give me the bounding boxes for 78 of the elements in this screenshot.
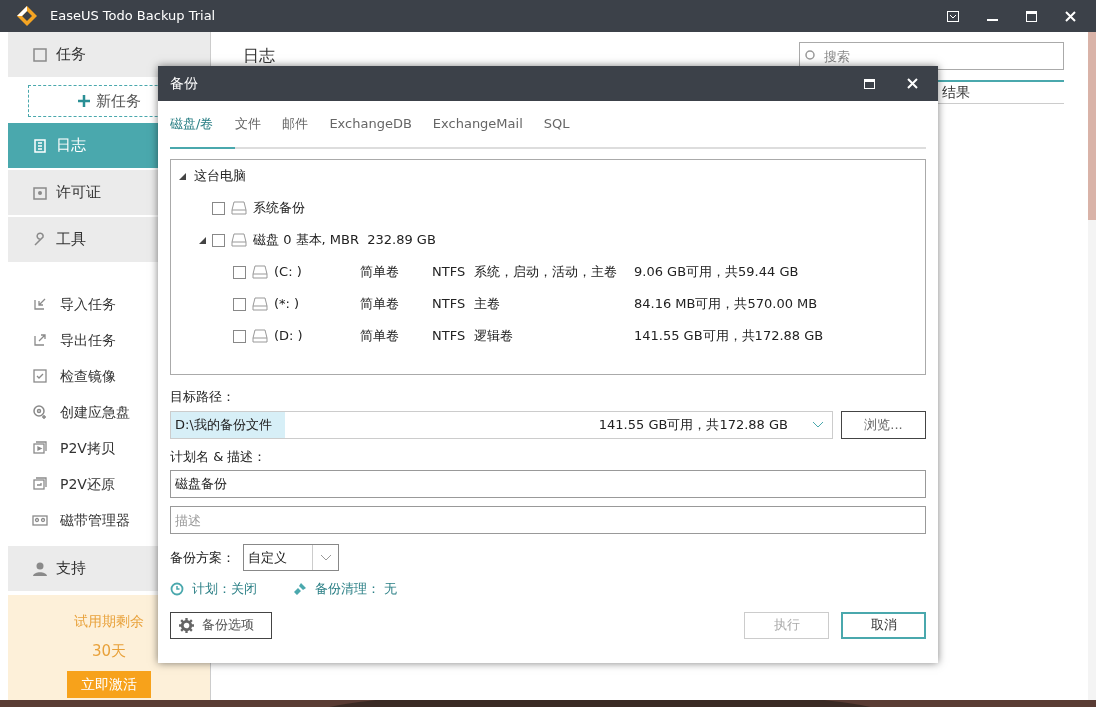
tab[interactable]: 文件 [235,101,283,149]
tab[interactable]: SQL [543,101,591,149]
file-system: NTFS [432,263,467,282]
checkbox[interactable] [233,329,246,343]
drive-icon [252,265,268,279]
plan-name-field[interactable]: 磁盘备份 [170,470,926,498]
search-icon [805,50,817,62]
drive-icon [231,201,247,215]
cancel-button[interactable]: 取消 [841,611,926,639]
partition-space: 9.06 GB可用，共59.44 GB [634,263,799,282]
chevron-down-icon [319,554,332,561]
partition-flags: 逻辑卷 [474,327,514,346]
partition-flags: 主卷 [474,295,501,314]
partition-label[interactable]: (C: ) [274,262,360,282]
target-path-field[interactable]: D:\我的备份文件 141.55 GB可用，共172.88 GB [170,410,833,439]
clock-icon [170,581,184,596]
tab[interactable]: 磁盘/卷 [170,101,236,149]
column-header[interactable]: 结果 [938,82,1064,103]
path-value: D:\我的备份文件 [171,411,285,438]
page-title: 日志 [243,45,275,67]
checkbox-icon [32,46,48,63]
sidebar-item[interactable]: 任务 [8,32,210,77]
tool-item[interactable]: 导入任务 [8,286,210,322]
plus-icon [75,93,92,109]
checkbox-icon [32,368,48,384]
close-icon[interactable] [907,78,918,89]
badge-icon [32,184,48,201]
window-title: EaseUS Todo Backup Trial [50,7,216,26]
partition-flags: 系统，启动，活动，主卷 [474,263,618,282]
partition-type: 简单卷 [360,327,400,346]
maximize-icon[interactable] [1026,10,1037,22]
import-icon [32,296,48,312]
drive-icon [252,329,268,343]
tape-icon [32,512,48,528]
tab[interactable]: ExchangeMail [432,101,544,149]
chevron-down-icon [812,421,824,428]
checkbox[interactable] [233,297,246,311]
tab[interactable]: ExchangeDB [329,101,433,149]
maximize-icon[interactable] [864,78,875,89]
file-system: NTFS [432,295,467,314]
scheme-dropdown[interactable]: 自定义 [243,544,339,571]
browse-button[interactable]: 浏览... [841,410,926,439]
trial-text: 试用期剩余 [74,612,144,631]
target-path-label: 目标路径： [170,388,236,406]
gear-icon [179,617,194,633]
drive-icon [231,233,247,247]
partition-type: 简单卷 [360,295,400,314]
plan-label: 计划名 & 描述： [170,447,268,466]
copy-icon [32,440,48,456]
partition-label[interactable]: (D: ) [274,326,360,346]
checkbox[interactable] [212,201,225,215]
tab[interactable]: 邮件 [282,101,330,149]
logo-icon [16,5,38,27]
partition-label[interactable]: (*: ) [274,294,360,314]
backup-options-button[interactable]: 备份选项 [170,611,272,639]
menu-icon[interactable] [947,10,959,22]
tree-node-label[interactable]: 系统备份 [253,198,305,218]
drive-icon [252,297,268,311]
description-field[interactable]: 描述 [170,506,926,534]
file-system: NTFS [432,327,467,346]
expand-triangle-icon[interactable] [199,236,206,244]
partition-space: 84.16 MB可用，共570.00 MB [634,295,818,314]
space-info: 141.55 GB可用，共172.88 GB [598,415,788,434]
tree-node-label[interactable]: 磁盘 0 基本, MBR 232.89 GB [253,230,436,250]
partition-space: 141.55 GB可用，共172.88 GB [634,327,824,346]
disc-icon [32,404,48,420]
restore-icon [32,476,48,492]
expand-triangle-icon[interactable] [179,172,186,180]
cleanup-link[interactable]: 备份清理： 无 [315,579,398,599]
tool-item[interactable]: 导出任务 [8,322,210,358]
partition-type: 简单卷 [360,263,400,282]
checkbox[interactable] [212,233,225,247]
checkbox[interactable] [233,265,246,279]
list-icon [32,137,48,154]
trial-days: 30天 [91,640,127,663]
person-icon [32,560,48,577]
export-icon [32,332,48,348]
close-icon[interactable] [1065,10,1076,22]
